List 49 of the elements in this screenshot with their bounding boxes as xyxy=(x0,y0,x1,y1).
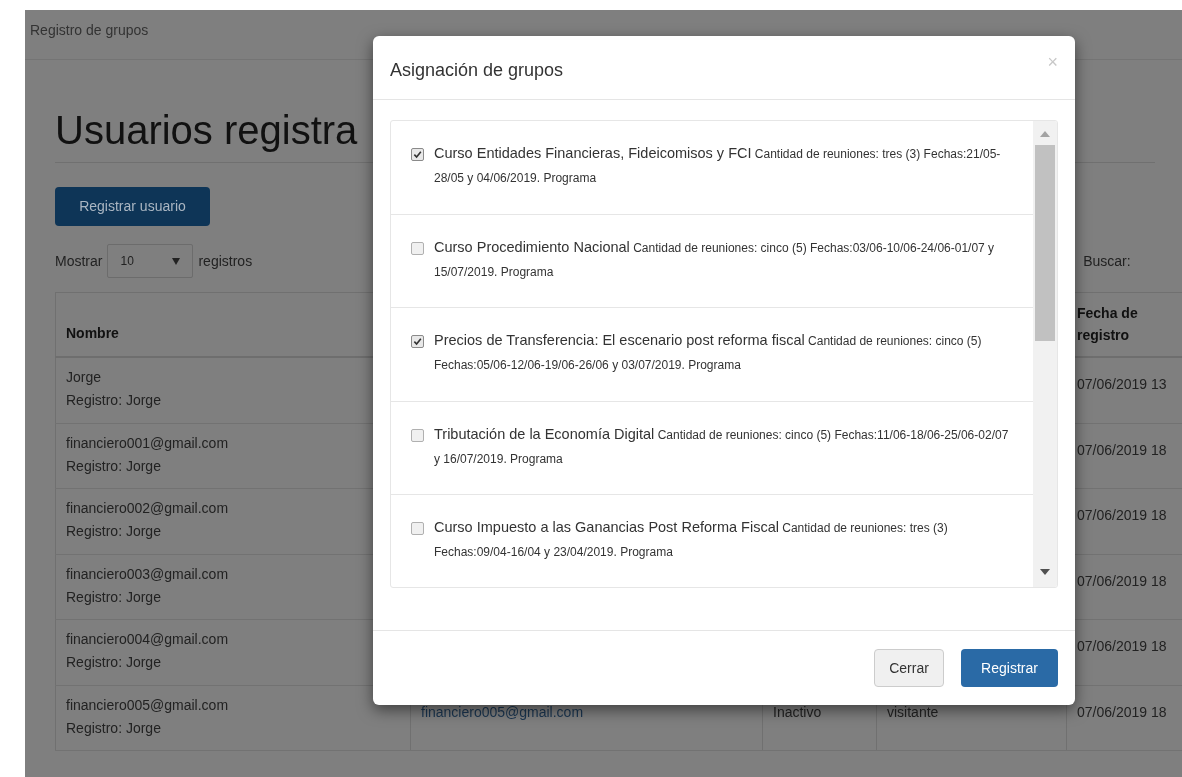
column-header[interactable]: Nombre xyxy=(66,323,119,344)
column-header[interactable]: Fecha de registro xyxy=(1077,302,1138,346)
group-label: Curso Procedimiento Nacional Cantidad de reuniones: cinco (5) Fechas:03/06-10/06-24/06-01/07 y 15/07/2019. Programa xyxy=(434,237,996,281)
user-name: Jorge xyxy=(66,368,103,387)
group-label: Curso Impuesto a las Ganancias Post Reforma Fiscal Cantidad de reuniones: tres (3) Fechas:09/04-16/04 y 23/04/2019. Programa xyxy=(434,518,949,561)
group-label: Tributación de la Economía Digital Cantidad de reuniones: cinco (5) Fechas:11/06-18/06-25/06-02/07 y 16/07/2019. Programa xyxy=(434,424,1009,468)
checkbox[interactable] xyxy=(411,148,424,161)
page-heading: Usuarios registra xyxy=(55,107,358,154)
status-text: Inactivo xyxy=(773,703,822,720)
user-name: financiero003@gmail.com xyxy=(66,564,230,584)
scrollbar[interactable] xyxy=(1033,121,1057,587)
page-size-select[interactable]: 10 xyxy=(107,244,194,278)
registration-date: 07/06/2019 18 xyxy=(1077,703,1167,720)
search-label: Buscar: xyxy=(1083,251,1131,271)
registered-by: Registro: Jorge xyxy=(66,718,162,738)
scroll-down-icon[interactable] xyxy=(1040,569,1050,575)
registration-date: 07/06/2019 18 xyxy=(1077,441,1167,458)
role-text: visitante xyxy=(887,703,939,720)
scrollbar-thumb[interactable] xyxy=(1035,145,1055,341)
show-label: Mostrar xyxy=(55,251,103,271)
checkbox[interactable] xyxy=(411,522,424,535)
caret-icon xyxy=(172,257,181,265)
group-label: Curso Entidades Financieras, Fideicomisos y FCI Cantidad de reuniones: tres (3) Fechas:21/05-28/05 y 04/06/2019. Programa xyxy=(434,144,1002,187)
registered-by: Registro: Jorge xyxy=(66,456,162,476)
checkmark-icon xyxy=(413,150,422,159)
registration-date: 07/06/2019 18 xyxy=(1077,638,1167,654)
registered-by: Registro: Jorge xyxy=(66,587,162,607)
registration-date: 07/06/2019 13 xyxy=(1077,376,1167,392)
registration-date: 07/06/2019 18 xyxy=(1077,572,1167,589)
registered-by: Registro: Jorge xyxy=(66,522,162,541)
user-name: financiero001@gmail.com xyxy=(66,433,230,453)
user-name: financiero002@gmail.com xyxy=(66,499,230,518)
modal-title: Asignación de grupos xyxy=(390,59,564,82)
registration-date: 07/06/2019 18 xyxy=(1077,507,1167,523)
scroll-up-icon[interactable] xyxy=(1040,131,1050,137)
close-dialog-button[interactable]: Cerrar xyxy=(874,649,944,687)
records-label: registros xyxy=(198,251,253,271)
register-user-button[interactable]: Registrar usuario xyxy=(55,187,210,226)
navbar-title[interactable]: Registro de grupos xyxy=(30,22,149,38)
submit-button[interactable]: Registrar xyxy=(961,649,1058,687)
registered-by: Registro: Jorge xyxy=(66,653,162,672)
checkmark-icon xyxy=(413,337,422,346)
user-name: financiero004@gmail.com xyxy=(66,630,230,649)
user-name: financiero005@gmail.com xyxy=(66,695,230,715)
checkbox[interactable] xyxy=(411,335,424,348)
checkbox[interactable] xyxy=(411,241,424,255)
registered-by: Registro: Jorge xyxy=(66,391,162,410)
checkbox[interactable] xyxy=(411,428,424,442)
group-label: Precios de Transferencia: El escenario post reforma fiscal Cantidad de reuniones: cinco (5) Fechas:05/06-12/06-19/06-26/06 y 03/07/2019. Programa xyxy=(434,331,983,374)
